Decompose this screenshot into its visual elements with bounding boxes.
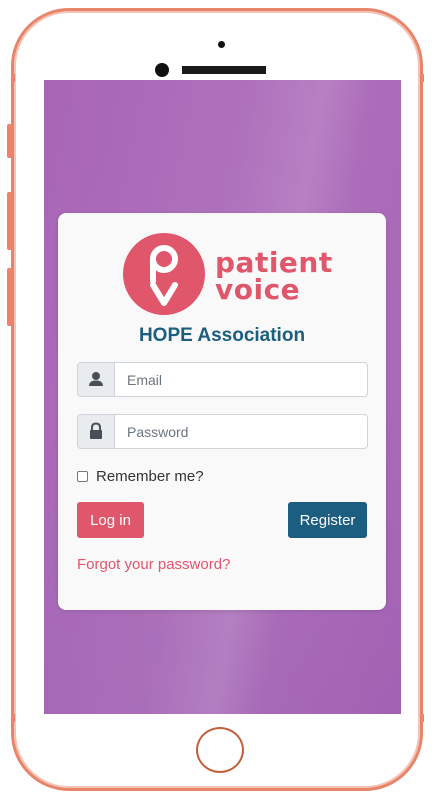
frame-tab xyxy=(420,714,424,722)
proximity-sensor xyxy=(218,41,225,48)
login-button[interactable]: Log in xyxy=(77,502,144,538)
logo-line-2: voice xyxy=(215,273,301,306)
register-button[interactable]: Register xyxy=(288,502,367,538)
remember-me-checkbox[interactable] xyxy=(77,470,88,482)
forgot-password-link[interactable]: Forgot your password? xyxy=(77,556,230,573)
email-addon xyxy=(77,362,115,397)
logo-line-1: patient xyxy=(215,246,333,279)
login-card: patient voice HOPE Association Email Rem… xyxy=(58,213,386,610)
logo-monogram xyxy=(123,233,205,315)
password-addon xyxy=(77,414,115,449)
organization-title: HOPE Association xyxy=(138,325,306,346)
frame-tab xyxy=(420,74,424,82)
logo-wordmark: patient voice xyxy=(215,246,333,306)
mute-switch xyxy=(7,124,12,158)
front-camera xyxy=(155,63,169,77)
user-icon xyxy=(89,372,103,386)
remember-me-label[interactable]: Remember me? xyxy=(96,468,204,485)
volume-down-button xyxy=(7,268,12,326)
frame-tab xyxy=(11,74,15,82)
phone-screen: patient voice HOPE Association Email Rem… xyxy=(44,80,401,714)
frame-tab xyxy=(11,714,15,722)
pv-monogram-icon xyxy=(150,245,178,306)
password-input-group xyxy=(77,414,368,449)
password-field[interactable] xyxy=(114,414,368,449)
patient-voice-logo: patient voice xyxy=(123,233,332,317)
device-mockup: patient voice HOPE Association Email Rem… xyxy=(0,0,434,799)
volume-up-button xyxy=(7,192,12,250)
email-field[interactable] xyxy=(114,362,368,397)
earpiece-speaker xyxy=(182,66,266,74)
lock-icon xyxy=(90,422,102,439)
remember-me-row: Remember me? xyxy=(77,467,204,485)
email-input-group xyxy=(77,362,368,397)
home-button[interactable] xyxy=(196,727,244,773)
